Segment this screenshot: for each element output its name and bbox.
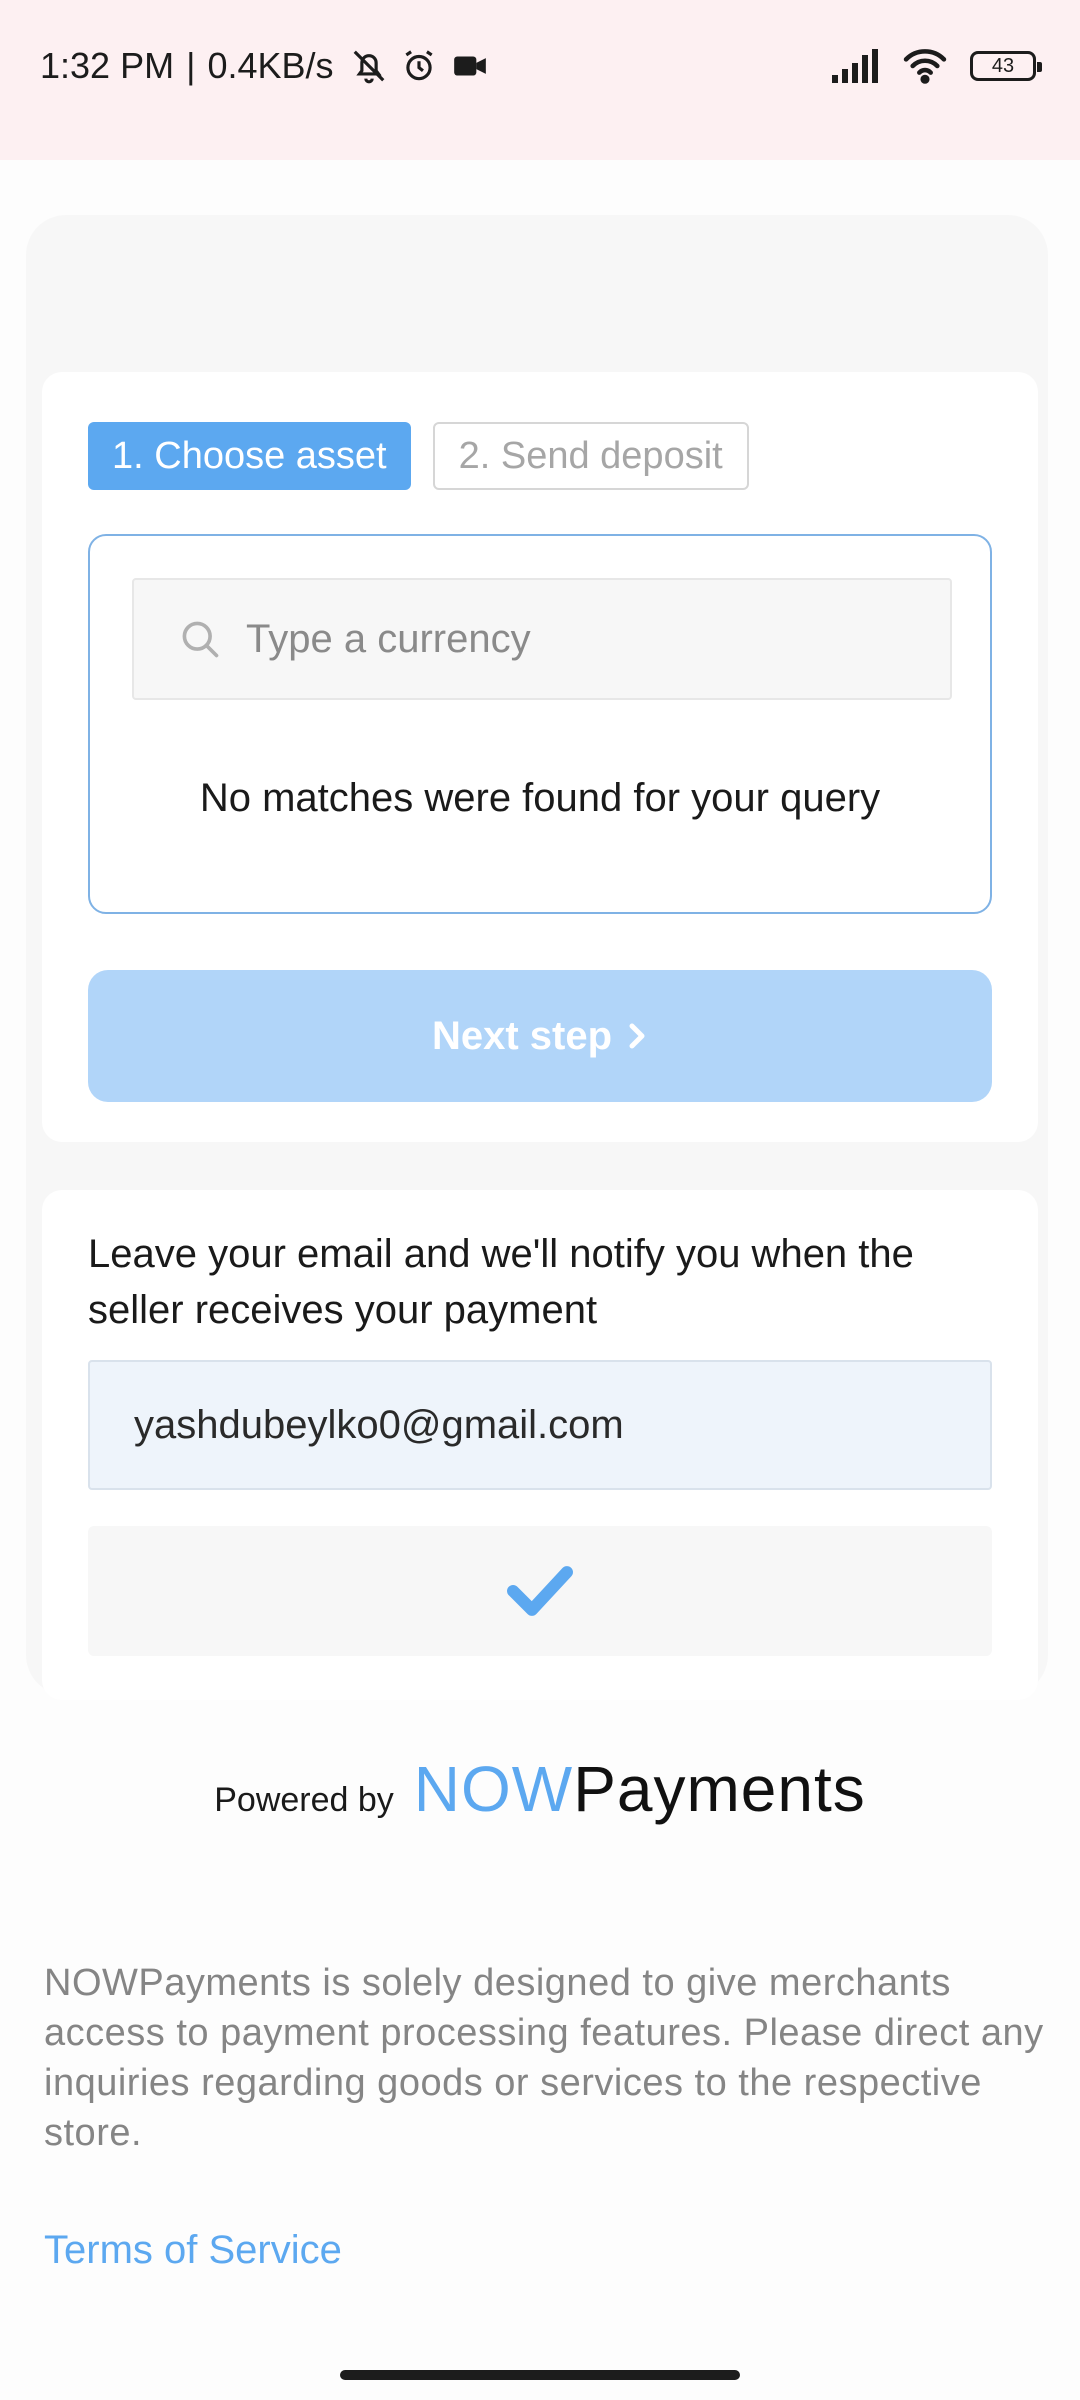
status-right: 43 — [832, 40, 1042, 92]
video-icon — [453, 56, 486, 76]
confirm-email-button[interactable] — [88, 1526, 992, 1656]
email-input[interactable] — [134, 1402, 954, 1448]
status-left: 1:32 PM | 0.4KB/s — [40, 38, 490, 94]
status-icons-left — [350, 47, 490, 85]
logo-payments: Payments — [573, 1753, 866, 1825]
no-results-message: No matches were found for your query — [199, 776, 881, 820]
status-separator: | — [186, 45, 196, 86]
home-indicator[interactable] — [340, 2370, 740, 2380]
notify-description: Leave your email and we'll notify you wh… — [88, 1232, 914, 1332]
currency-search-input[interactable] — [246, 616, 946, 662]
asset-selection-card: 1. Choose asset 2. Send deposit No match… — [42, 372, 1038, 1142]
search-icon — [182, 621, 219, 658]
battery-level: 43 — [991, 54, 1015, 77]
wifi-icon — [903, 49, 947, 84]
status-bar: 1:32 PM | 0.4KB/s 43 — [0, 0, 1080, 160]
nowpayments-logo: NOWPayments — [414, 1752, 866, 1826]
battery-icon: 43 — [970, 51, 1042, 81]
next-step-button[interactable]: Next step — [88, 970, 992, 1102]
status-time: 1:32 PM — [40, 45, 175, 86]
currency-search-panel: No matches were found for your query — [88, 534, 992, 914]
logo-now: NOW — [413, 1753, 574, 1825]
alarm-icon — [404, 50, 433, 81]
email-field[interactable] — [88, 1360, 992, 1490]
terms-of-service-link[interactable]: Terms of Service — [44, 2228, 342, 2273]
search-field[interactable] — [132, 578, 952, 700]
step-send-deposit[interactable]: 2. Send deposit — [432, 422, 749, 490]
next-step-label: Next step — [431, 1013, 613, 1058]
chevron-right-icon — [629, 1023, 645, 1049]
bell-off-icon — [353, 50, 384, 84]
checkmark-icon — [507, 1566, 573, 1616]
step-tabs: 1. Choose asset 2. Send deposit — [88, 422, 749, 490]
powered-by-label: Powered by — [214, 1781, 394, 1819]
status-net-speed: 0.4KB/s — [207, 45, 334, 86]
powered-by: Powered by NOWPayments — [0, 1752, 1080, 1826]
email-notify-card: Leave your email and we'll notify you wh… — [42, 1190, 1038, 1700]
signal-icon — [832, 49, 878, 83]
disclaimer-text: NOWPayments is solely designed to give m… — [44, 1962, 1044, 2154]
step-choose-asset[interactable]: 1. Choose asset — [88, 422, 411, 490]
